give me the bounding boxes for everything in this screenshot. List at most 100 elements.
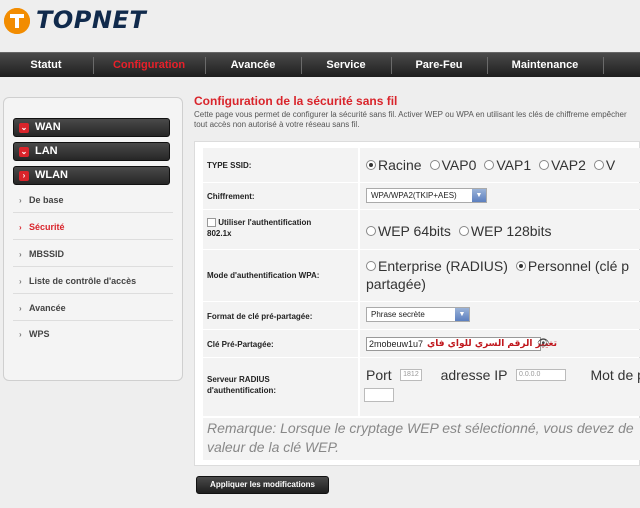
radio-vap3[interactable] [593,159,604,170]
row-ssid-type: TYPE SSID: Racine VAP0 VAP1 VAP2 V [203,148,640,182]
radius-port-label: Port [366,366,392,383]
radio-label-continued: partagée) [366,276,426,293]
radio-enterprise[interactable] [366,261,376,271]
sidebar-sub-wps[interactable]: › WPS [19,329,50,339]
sidebar-sub-label: MBSSID [29,249,65,259]
radio-racine[interactable] [366,159,376,170]
psk-format-select[interactable]: Phrase secrète ▼ [366,307,470,322]
radio-label: Racine [378,156,422,173]
sidebar: ⌄ WAN ⌄ LAN › WLAN › De base › Sécurité › M… [3,97,183,381]
nav-pare-feu[interactable]: Pare-Feu [392,53,486,78]
sidebar-sub-mbssid[interactable]: › MBSSID [19,249,64,259]
radio-label: WEP 128bits [470,222,552,239]
radius-label-line2: d'authentification: [207,386,277,395]
remark-line2: valeur de la clé WEP. [207,439,340,455]
psk-format-cell: Phrase secrète ▼ [358,302,470,329]
auth-8021x-label-line1: Utiliser l'authentification [218,218,312,227]
nav-statut[interactable]: Statut [0,53,92,78]
sidebar-sub-label: WPS [29,329,50,339]
row-psk-format: Format de clé pré-partagée: Phrase secrè… [203,302,640,329]
radius-ip-input[interactable]: 0.0.0.0 [515,368,566,381]
security-form: TYPE SSID: Racine VAP0 VAP1 VAP2 V Chiffreme… [194,141,640,466]
sidebar-item-label: WLAN [35,169,68,181]
remark-line1: Remarque: Lorsque le cryptage WEP est sé… [207,420,634,436]
sidebar-item-wan[interactable]: ⌄ WAN [13,118,170,137]
radio-label: VAP0 [441,156,477,173]
radio-vap2[interactable] [539,159,550,170]
encryption-value: WPA/WPA2(TKIP+AES) [371,191,457,200]
topnet-logo-icon [4,8,30,34]
ssid-type-label: TYPE SSID: [207,161,252,170]
radius-label-line1: Serveur RADIUS [207,375,270,384]
sidebar-sub-de-base[interactable]: › De base [19,195,64,205]
radius-label: Serveur RADIUS d'authentification: [207,374,276,396]
header: TOPNET [0,0,640,48]
radio-label: VAP2 [551,156,586,173]
row-psk: Clé Pré-Partagée: 2mobeuw1u7 [203,330,640,357]
wpa-auth-options: Enterprise (RADIUS) Personnel (clé p part… [358,250,637,301]
sidebar-item-wlan[interactable]: › WLAN [13,166,170,185]
chevron-down-icon: ⌄ [19,147,29,157]
psk-format-label: Format de clé pré-partagée: [207,312,313,321]
auth-8021x-label: Utiliser l'authentification 802.1x [207,217,311,239]
encryption-cell: WPA/WPA2(TKIP+AES) ▼ [358,183,487,209]
radio-vap0[interactable] [429,159,440,170]
sidebar-item-lan[interactable]: ⌄ LAN [13,142,170,161]
sidebar-sub-label: Sécurité [29,222,65,232]
nav-avancee[interactable]: Avancée [206,53,300,78]
radio-label: V [605,156,616,173]
divider [13,320,173,321]
sidebar-sub-securite[interactable]: › Sécurité [19,222,65,232]
encryption-label: Chiffrement: [207,192,255,201]
radio-wep64[interactable] [366,225,376,236]
ssid-type-options: Racine VAP0 VAP1 VAP2 V [358,148,623,182]
radio-label: Enterprise (RADIUS) [378,258,508,274]
main-nav: Statut Configuration Avancée Service Par… [0,52,640,77]
chevron-right-icon: › [19,223,22,232]
radio-label: Personnel (clé p [527,258,630,274]
psk-label: Clé Pré-Partagée: [207,340,274,349]
row-wpa-auth: Mode d'authentification WPA: Enterprise … [203,250,640,301]
psk-value: 2mobeuw1u7 [369,339,424,349]
sidebar-sub-acl[interactable]: › Liste de contrôle d'accès [19,276,136,286]
chevron-right-icon: › [19,330,22,339]
auth-8021x-checkbox[interactable] [207,218,216,228]
chevron-right-icon: › [19,250,22,259]
apply-button[interactable]: Appliquer les modifications [196,476,329,494]
wpa-auth-label: Mode d'authentification WPA: [207,271,320,280]
radio-wep128[interactable] [458,225,469,236]
radius-port-input[interactable]: 1812 [400,368,423,381]
sidebar-sub-avancee[interactable]: › Avancée [19,303,66,313]
nav-configuration[interactable]: Configuration [94,53,204,78]
divider [13,212,173,213]
row-8021x: Utiliser l'authentification 802.1x WEP 6… [203,210,640,249]
divider [13,293,173,294]
radius-password-input[interactable] [364,388,394,402]
chevron-right-icon: › [19,196,22,205]
page-title: Configuration de la sécurité sans fil [194,94,398,108]
radio-vap1[interactable] [484,159,495,170]
chevron-down-icon: ⌄ [19,123,29,133]
radius-ip-label: adresse IP [440,366,508,383]
divider [13,266,173,267]
radius-fields: Port 1812 adresse IP 0.0.0.0 Mot de p [358,358,640,416]
nav-maintenance[interactable]: Maintenance [488,53,602,78]
sidebar-item-label: WAN [35,121,61,133]
chevron-right-icon: › [19,304,22,313]
nav-service[interactable]: Service [302,53,390,78]
auth-8021x-label-line2: 802.1x [207,229,232,238]
radio-label: VAP1 [496,156,532,173]
radio-personnel[interactable] [515,261,526,271]
chevron-right-icon: › [19,171,29,181]
chevron-down-icon: ▼ [455,308,469,321]
sidebar-sub-label: De base [29,195,64,205]
sidebar-sub-label: Avancée [29,303,66,313]
sidebar-item-label: LAN [35,145,58,157]
encryption-select[interactable]: WPA/WPA2(TKIP+AES) ▼ [366,188,487,203]
wep-options: WEP 64bits WEP 128bits [358,210,560,249]
nav-divider [603,57,604,74]
eye-icon[interactable]: 👁 [537,338,550,349]
radius-password-label: Mot de p [590,366,640,383]
radio-label: WEP 64bits [378,222,451,239]
wep-remark: Remarque: Lorsque le cryptage WEP est sé… [203,418,640,460]
